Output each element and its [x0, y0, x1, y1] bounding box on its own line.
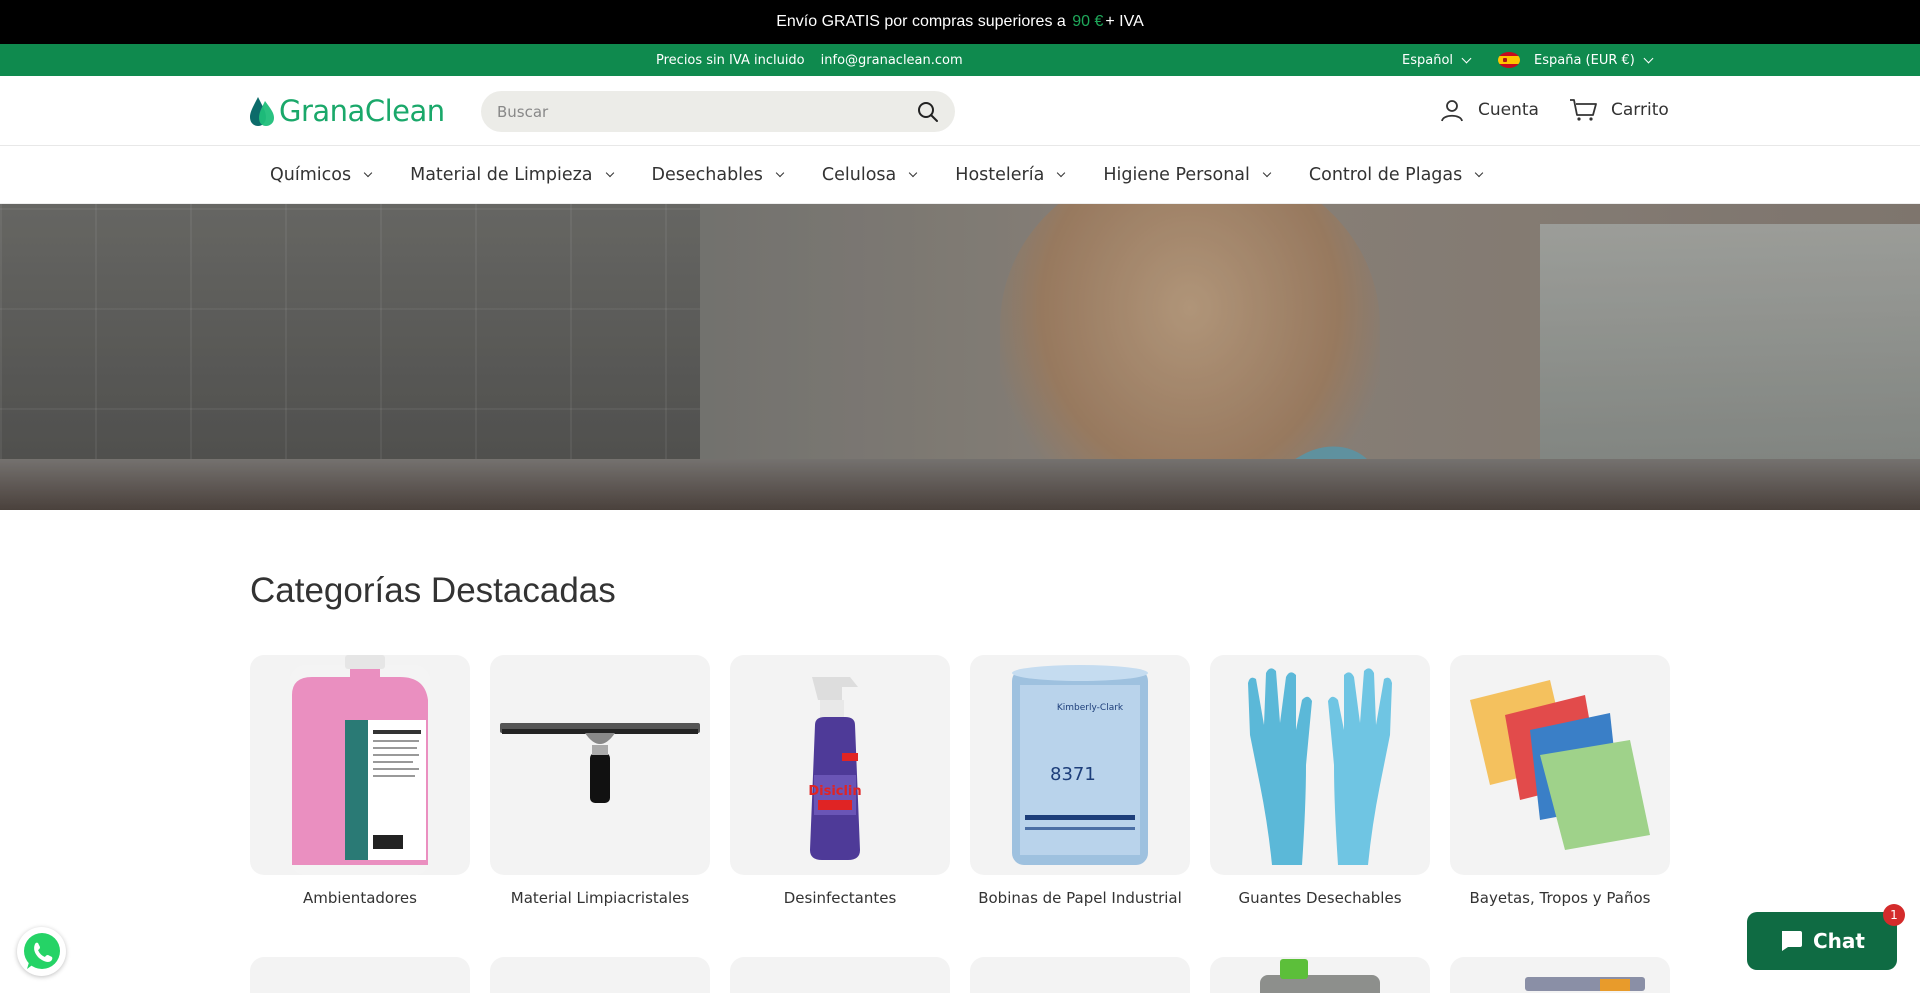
cleaning-cart-icon [1525, 977, 1645, 991]
featured-categories-title: Categorías Destacadas [250, 571, 616, 610]
user-icon [1441, 100, 1463, 122]
paper-roll-icon: Kimberly-Clark 8371 [1012, 665, 1148, 865]
category-card-partial[interactable] [250, 957, 470, 993]
chat-bubble-icon [1782, 931, 1802, 951]
account-label: Cuenta [1478, 100, 1539, 120]
category-image [1210, 655, 1430, 875]
category-card-guantes-desechables[interactable]: Guantes Desechables [1210, 655, 1430, 910]
svg-text:Disiclin: Disiclin [808, 784, 861, 799]
announcement-text: Envío GRATIS por compras superiores a [776, 13, 1066, 30]
category-label: Material Limpiacristales [510, 889, 690, 907]
chevron-down-icon [1262, 168, 1272, 178]
nav-item-material-de-limpieza[interactable]: Material de Limpieza [410, 165, 614, 185]
chevron-down-icon [1475, 168, 1484, 178]
category-card-partial[interactable] [1450, 957, 1670, 993]
nav-item-quimicos[interactable]: Químicos [270, 165, 373, 185]
announcement-suffix: + IVA [1105, 13, 1144, 30]
nav-item-label: Hostelería [955, 165, 1045, 185]
category-card-partial[interactable] [1210, 957, 1430, 993]
language-label: Español [1402, 52, 1454, 68]
announcement-bar: Envío GRATIS por compras superiores a 90… [0, 0, 1920, 44]
category-image: Kimberly-Clark 8371 [970, 655, 1190, 875]
nav-item-hosteleria[interactable]: Hostelería [955, 165, 1066, 185]
category-card-bobinas-papel[interactable]: Kimberly-Clark 8371 Bobinas de Papel Ind… [970, 655, 1190, 910]
chat-notification-badge: 1 [1883, 904, 1905, 926]
nav-item-label: Higiene Personal [1103, 165, 1250, 185]
whatsapp-icon [23, 932, 60, 969]
category-card-bayetas[interactable]: Bayetas, Tropos y Paños [1450, 655, 1670, 910]
cloths-icon [1470, 680, 1650, 850]
canister-icon [1260, 959, 1380, 993]
category-label: Bayetas, Tropos y Paños [1469, 889, 1651, 907]
logo[interactable]: GranaClean [249, 94, 445, 128]
squeegee-icon [500, 723, 700, 803]
nav-item-celulosa[interactable]: Celulosa [821, 165, 918, 185]
svg-text:Kimberly-Clark: Kimberly-Clark [1057, 703, 1124, 713]
chevron-down-icon [605, 168, 614, 178]
category-card-ambientadores[interactable]: Ambientadores [250, 655, 470, 910]
nav-item-label: Desechables [651, 165, 763, 185]
country-label: España (EUR €) [1534, 52, 1635, 68]
featured-categories-grid: Ambientadores Material Limpiacristales D… [250, 655, 1670, 910]
account-link[interactable]: Cuenta [1440, 98, 1539, 122]
category-image: Disiclin [730, 655, 950, 875]
search-icon[interactable] [917, 101, 939, 123]
category-card-desinfectantes[interactable]: Disiclin Desinfectantes [730, 655, 950, 910]
svg-text:8371: 8371 [1050, 764, 1096, 785]
tax-note: Precios sin IVA incluido [656, 52, 805, 68]
chevron-down-icon [1057, 168, 1066, 178]
category-label: Ambientadores [303, 889, 417, 907]
spain-flag-icon [1498, 52, 1521, 68]
country-selector[interactable]: España (EUR €) [1498, 52, 1654, 68]
cart-link[interactable]: Carrito [1569, 98, 1669, 122]
chat-label: Chat [1813, 929, 1865, 953]
nav-item-label: Químicos [270, 165, 352, 185]
language-selector[interactable]: Español [1402, 52, 1472, 68]
search-bar [481, 91, 955, 132]
hero-banner [0, 204, 1920, 510]
category-card-partial[interactable] [970, 957, 1190, 993]
main-nav: Químicos Material de Limpieza Desechable… [0, 146, 1920, 204]
category-card-material-limpiacristales[interactable]: Material Limpiacristales [490, 655, 710, 910]
category-image [250, 655, 470, 875]
chevron-down-icon [1461, 53, 1472, 63]
nav-item-higiene-personal[interactable]: Higiene Personal [1103, 165, 1272, 185]
spray-bottle-icon: Disiclin [808, 677, 862, 860]
category-card-partial[interactable] [490, 957, 710, 993]
chevron-down-icon [775, 168, 785, 178]
chevron-down-icon [909, 168, 918, 178]
chat-button[interactable]: Chat 1 [1747, 904, 1905, 970]
category-image [490, 655, 710, 875]
cart-label: Carrito [1611, 100, 1669, 120]
announcement-price: 90 € [1072, 13, 1104, 30]
nav-item-label: Control de Plagas [1308, 165, 1463, 185]
logo-text: GranaClean [279, 94, 445, 128]
water-drop-icon [250, 97, 274, 126]
categories-row-2 [250, 957, 1670, 993]
nav-item-desechables[interactable]: Desechables [651, 165, 785, 185]
category-image [1450, 655, 1670, 875]
cart-icon [1570, 99, 1597, 121]
chevron-down-icon [363, 168, 373, 178]
nav-item-label: Material de Limpieza [410, 165, 593, 185]
chevron-down-icon [1643, 53, 1654, 63]
utility-bar: Precios sin IVA incluido info@granaclean… [0, 44, 1920, 76]
hero-overlay [0, 204, 1920, 510]
category-label: Desinfectantes [783, 889, 897, 907]
search-input[interactable] [497, 102, 917, 121]
contact-email-link[interactable]: info@granaclean.com [821, 53, 963, 68]
whatsapp-button[interactable] [17, 927, 66, 976]
nav-item-label: Celulosa [821, 165, 897, 185]
nav-item-control-de-plagas[interactable]: Control de Plagas [1308, 165, 1484, 185]
category-label: Guantes Desechables [1238, 889, 1402, 907]
category-card-partial[interactable] [730, 957, 950, 993]
site-header: GranaClean Cuenta Carrito [0, 76, 1920, 146]
jerrycan-icon [290, 655, 430, 875]
category-label: Bobinas de Papel Industrial [978, 889, 1182, 907]
gloves-icon [1248, 668, 1392, 865]
